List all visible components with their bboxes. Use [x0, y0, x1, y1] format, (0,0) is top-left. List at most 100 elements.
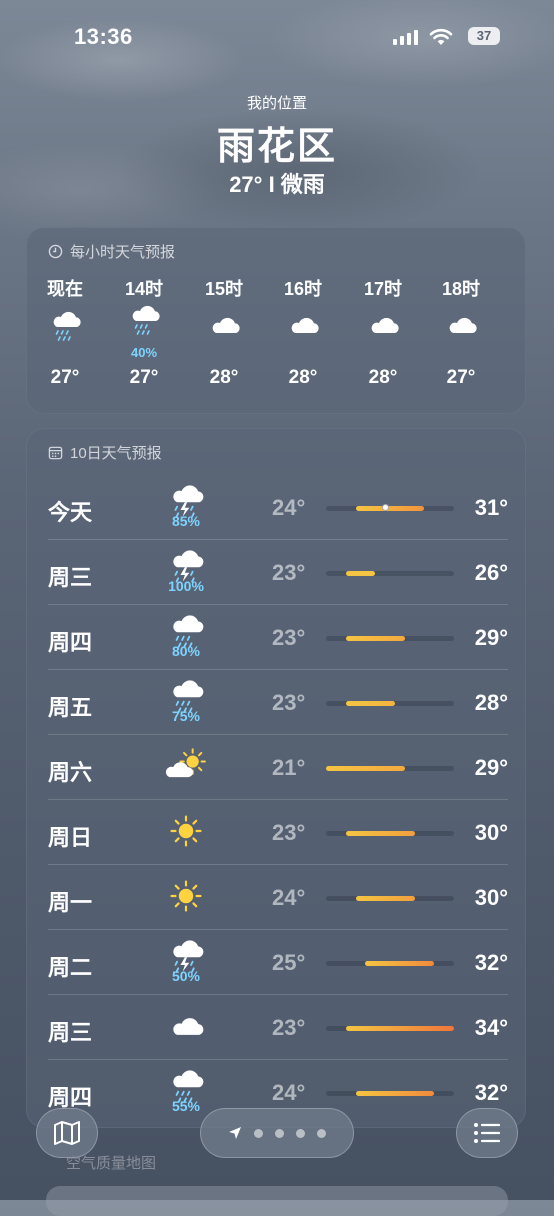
temp-range-bar: [355, 506, 425, 511]
map-icon: [54, 1121, 80, 1145]
cloud-icon: [510, 307, 526, 359]
location-arrow-icon: [229, 1127, 241, 1139]
day-precip-chance: 55%: [171, 1098, 201, 1114]
daily-row[interactable]: 周五 75% 23° 28°: [26, 671, 526, 735]
daily-row[interactable]: 今天 85% 24° 31°: [26, 476, 526, 540]
daily-row[interactable]: 周日 23° 30°: [26, 801, 526, 865]
hour-temp: 27°: [50, 367, 80, 388]
temp-range-track: [326, 636, 454, 641]
hourly-forecast-title: 每小时天气预报: [48, 241, 175, 262]
day-high-temp: 31°: [474, 495, 508, 520]
temp-range-track: [326, 831, 454, 836]
temp-range-track: [326, 571, 454, 576]
hour-temp: 28°: [368, 367, 398, 388]
temp-range-bar: [365, 961, 435, 966]
day-name: 今天: [48, 500, 93, 525]
wifi-icon: [429, 28, 453, 45]
hourly-item: 14时 27° 40%: [114, 275, 174, 389]
daily-row[interactable]: 周四 80% 23° 29°: [26, 606, 526, 670]
day-high-temp: 29°: [474, 625, 508, 650]
temp-range-track: [326, 961, 454, 966]
day-low-temp: 23°: [272, 820, 306, 845]
daily-row[interactable]: 周二 50% 25° 32°: [26, 931, 526, 995]
temp-range-bar: [326, 766, 405, 771]
row-divider: [48, 799, 508, 800]
city-name: 雨花区: [216, 126, 337, 168]
hourly-list[interactable]: 现在 27° 14时 27° 40% 15时 28° 16时 28° 17时 28…: [26, 275, 526, 405]
temp-range-track: [326, 896, 454, 901]
hourly-item: 15时 28°: [194, 275, 254, 389]
row-divider: [48, 669, 508, 670]
clock-icon: [48, 244, 63, 259]
page-dot[interactable]: [275, 1128, 284, 1138]
hour-label: 15时: [204, 279, 244, 299]
temp-range-track: [326, 766, 454, 771]
day-name: 周二: [48, 955, 93, 980]
page-dot[interactable]: [296, 1128, 305, 1138]
day-high-temp: 34°: [474, 1015, 508, 1040]
hour-label: 16时: [283, 279, 323, 299]
temp-range-bar: [345, 1026, 454, 1031]
day-low-temp: 24°: [272, 885, 306, 910]
temp-range-bar: [355, 1091, 435, 1096]
battery-indicator: 37: [468, 27, 500, 45]
day-name: 周三: [48, 565, 93, 590]
day-name: 周四: [48, 630, 93, 655]
hour-temp: 27°: [446, 367, 476, 388]
row-divider: [48, 1059, 508, 1060]
day-high-temp: 32°: [474, 950, 508, 975]
day-low-temp: 23°: [272, 1015, 306, 1040]
hourly-forecast-panel[interactable]: 每小时天气预报 现在 27° 14时 27° 40% 15时 28° 16时 28…: [26, 227, 526, 414]
daily-row[interactable]: 周三 100% 23° 26°: [26, 541, 526, 605]
temp-range-track: [326, 1026, 454, 1031]
hour-label: 14时: [124, 279, 164, 299]
daily-row[interactable]: 周六 21° 29°: [26, 736, 526, 800]
temp-range-track: [326, 504, 454, 511]
daily-row[interactable]: 周一 24° 30°: [26, 866, 526, 930]
cloud-icon: [194, 307, 254, 359]
row-divider: [48, 929, 508, 930]
hourly-item: 现在 27°: [35, 275, 95, 389]
cloud-icon: [273, 307, 333, 359]
hourly-item: 17时 28°: [353, 275, 413, 389]
hourly-item: 16时 28°: [273, 275, 333, 389]
day-low-temp: 23°: [272, 690, 306, 715]
temp-range-bar: [345, 571, 376, 576]
day-precip-chance: 50%: [171, 968, 201, 984]
daily-forecast-panel[interactable]: 10日天气预报 今天 85% 24° 31° 周三 100% 23° 26° 周…: [26, 428, 526, 1128]
hour-label: 1: [510, 275, 526, 297]
daily-title-text: 10日天气预报: [70, 445, 162, 462]
day-low-temp: 24°: [272, 495, 306, 520]
page-dot[interactable]: [254, 1128, 263, 1138]
row-divider: [48, 604, 508, 605]
day-name: 周一: [48, 890, 93, 915]
sun-icon: [166, 811, 206, 851]
hour-label: 现在: [47, 279, 83, 299]
day-high-temp: 28°: [474, 690, 508, 715]
status-bar: 13:36 37: [0, 24, 554, 54]
page-indicator[interactable]: [200, 1108, 354, 1158]
hour-temp: 2: [510, 367, 526, 389]
temp-range-track: [326, 701, 454, 706]
cloud-icon: [353, 307, 413, 359]
hour-temp: 28°: [209, 367, 239, 388]
partly-sunny-icon: [165, 746, 206, 786]
temp-range-bar: [355, 896, 415, 901]
page-dot[interactable]: [317, 1128, 326, 1138]
daily-row[interactable]: 周三 23° 34°: [26, 996, 526, 1060]
map-button[interactable]: [36, 1108, 98, 1158]
day-name: 周日: [48, 825, 93, 850]
current-condition: 27° I 微雨: [229, 172, 325, 197]
day-precip-chance: 75%: [171, 708, 201, 724]
city-list-button[interactable]: [456, 1108, 518, 1158]
day-low-temp: 25°: [272, 950, 306, 975]
temp-range-bar: [345, 831, 415, 836]
day-name: 周六: [48, 760, 93, 785]
sun-icon: [166, 876, 206, 916]
cloud-rain-icon: [35, 307, 95, 359]
hourly-item: 18时 27°: [431, 275, 491, 389]
hour-label: 17时: [363, 279, 403, 299]
next-section-card[interactable]: [46, 1186, 508, 1216]
cloud-icon: [431, 307, 491, 359]
day-high-temp: 32°: [474, 1080, 508, 1105]
